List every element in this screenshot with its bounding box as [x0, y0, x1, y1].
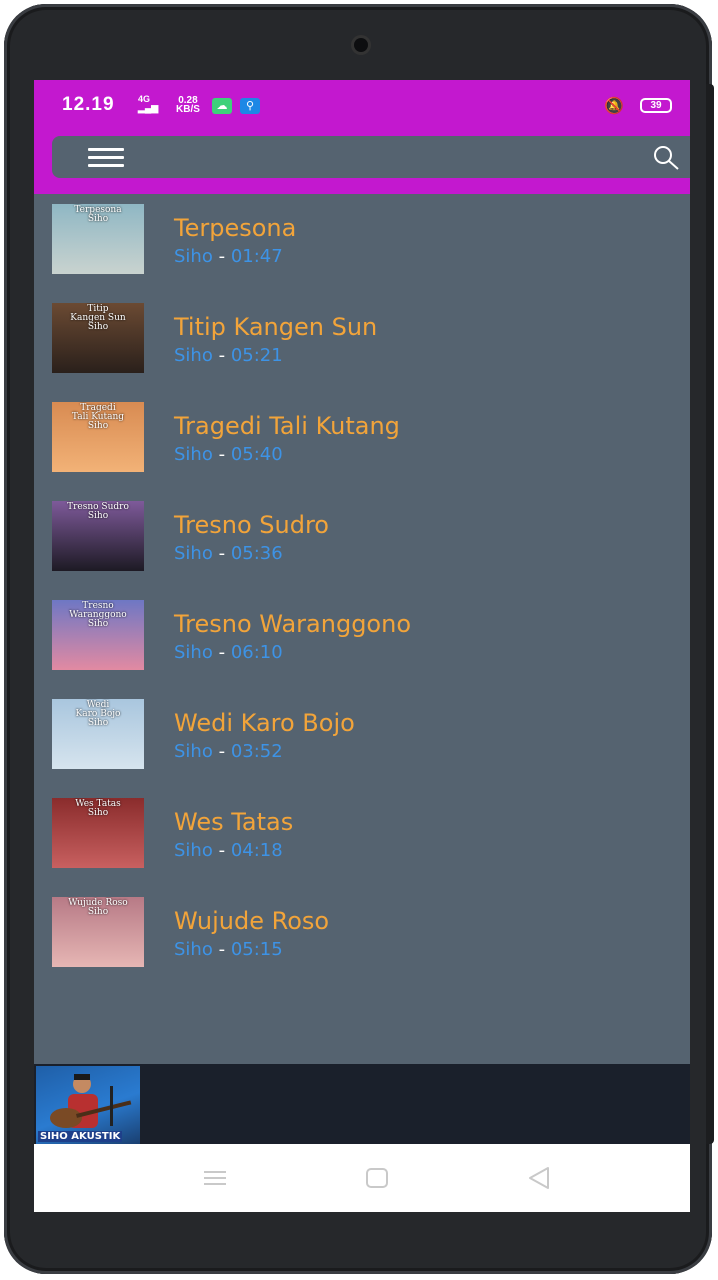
meta-separator: -	[218, 642, 226, 663]
song-duration: 05:36	[230, 543, 283, 564]
song-title: Wes Tatas	[174, 808, 294, 836]
song-title: Wujude Roso	[174, 907, 330, 935]
song-list-item[interactable]: Wes Tatas Siho Wes Tatas Siho - 04:18	[34, 788, 690, 887]
search-icon[interactable]	[652, 144, 680, 172]
thumbnail-caption: Wes Tatas Siho	[75, 799, 121, 818]
song-title: Tresno Waranggono	[174, 610, 411, 638]
meta-separator: -	[218, 444, 226, 465]
song-meta: Siho - 01:47	[174, 246, 283, 267]
battery-icon: 39	[640, 98, 672, 113]
song-meta: Siho - 05:36	[174, 543, 283, 564]
song-list-item[interactable]: Wedi Karo Bojo Siho Wedi Karo Bojo Siho - …	[34, 689, 690, 788]
song-title: Tresno Sudro	[174, 511, 329, 539]
meta-separator: -	[218, 345, 226, 366]
mute-bell-icon: 🔕	[604, 96, 624, 115]
song-duration: 05:40	[230, 444, 283, 465]
song-meta: Siho - 05:40	[174, 444, 283, 465]
song-thumbnail: Terpesona Siho	[52, 204, 144, 274]
front-camera	[354, 38, 368, 52]
song-artist: Siho	[174, 741, 213, 762]
app-screen: 12.19 4G ▂▄▆ 0.28 KB/S ☁ ⚲ 🔕 39 Terpeson…	[34, 80, 690, 1212]
song-title: Wedi Karo Bojo	[174, 709, 355, 737]
song-title: Titip Kangen Sun	[174, 313, 378, 341]
song-duration: 03:52	[230, 741, 283, 762]
song-thumbnail: Tresno Waranggono Siho	[52, 600, 144, 670]
recent-apps-icon[interactable]	[200, 1164, 230, 1192]
song-meta: Siho - 06:10	[174, 642, 283, 663]
song-list-item[interactable]: Titip Kangen Sun Siho Titip Kangen Sun Sih…	[34, 293, 690, 392]
now-playing-artwork[interactable]: SIHO AKUSTIK	[36, 1066, 140, 1144]
song-title: Tragedi Tali Kutang	[174, 412, 400, 440]
song-list-item[interactable]: Terpesona Siho Terpesona Siho - 01:47	[34, 194, 690, 293]
thumbnail-caption: Wujude Roso Siho	[68, 898, 128, 917]
song-list-item[interactable]: Tragedi Tali Kutang Siho Tragedi Tali Kut…	[34, 392, 690, 491]
thumbnail-caption: Wedi Karo Bojo Siho	[75, 700, 121, 728]
meta-separator: -	[218, 543, 226, 564]
phone-edge	[706, 84, 714, 1144]
song-thumbnail: Wujude Roso Siho	[52, 897, 144, 967]
song-duration: 04:18	[230, 840, 283, 861]
thumbnail-caption: Titip Kangen Sun Siho	[70, 304, 126, 332]
thumbnail-caption: Tragedi Tali Kutang Siho	[71, 403, 125, 431]
meta-separator: -	[218, 246, 226, 267]
song-list-item[interactable]: Tresno Waranggono Siho Tresno Waranggono S…	[34, 590, 690, 689]
song-duration: 01:47	[230, 246, 283, 267]
now-playing-caption: SIHO AKUSTIK	[38, 1131, 123, 1142]
meta-separator: -	[218, 741, 226, 762]
song-artist: Siho	[174, 543, 213, 564]
speed-unit: KB/S	[176, 104, 200, 115]
song-thumbnail: Wedi Karo Bojo Siho	[52, 699, 144, 769]
signal-icon: 4G ▂▄▆	[138, 94, 159, 113]
network-type: 4G	[138, 94, 151, 104]
song-meta: Siho - 03:52	[174, 741, 283, 762]
now-playing-bar[interactable]: SIHO AKUSTIK	[34, 1064, 690, 1144]
song-thumbnail: Tragedi Tali Kutang Siho	[52, 402, 144, 472]
thumbnail-caption: Tresno Sudro Siho	[67, 502, 129, 521]
song-thumbnail: Titip Kangen Sun Siho	[52, 303, 144, 373]
battery-level: 39	[650, 100, 662, 111]
thumbnail-caption: Tresno Waranggono Siho	[69, 601, 127, 629]
song-artist: Siho	[174, 642, 213, 663]
meta-separator: -	[218, 939, 226, 960]
song-meta: Siho - 05:15	[174, 939, 283, 960]
song-duration: 05:21	[230, 345, 283, 366]
toolbar	[52, 136, 690, 178]
song-artist: Siho	[174, 840, 213, 861]
song-list-item[interactable]: Tresno Sudro Siho Tresno Sudro Siho - 05:3…	[34, 491, 690, 590]
status-time: 12.19	[62, 94, 115, 115]
song-thumbnail: Tresno Sudro Siho	[52, 501, 144, 571]
home-icon[interactable]	[362, 1164, 392, 1192]
status-bar: 12.19 4G ▂▄▆ 0.28 KB/S ☁ ⚲ 🔕 39	[34, 80, 690, 134]
meta-separator: -	[218, 840, 226, 861]
song-duration: 06:10	[230, 642, 283, 663]
song-duration: 05:15	[230, 939, 283, 960]
network-speed: 0.28 KB/S	[176, 96, 200, 115]
song-list-item[interactable]: Wujude Roso Siho Wujude Roso Siho - 05:15	[34, 887, 690, 986]
song-meta: Siho - 05:21	[174, 345, 283, 366]
song-artist: Siho	[174, 345, 213, 366]
hamburger-menu-icon[interactable]	[88, 148, 124, 168]
song-artist: Siho	[174, 939, 213, 960]
system-nav-bar	[34, 1144, 690, 1212]
song-artist: Siho	[174, 246, 213, 267]
phone-frame: 12.19 4G ▂▄▆ 0.28 KB/S ☁ ⚲ 🔕 39 Terpeson…	[4, 4, 714, 1274]
usb-icon: ⚲	[240, 98, 260, 114]
song-thumbnail: Wes Tatas Siho	[52, 798, 144, 868]
song-title: Terpesona	[174, 214, 297, 242]
song-meta: Siho - 04:18	[174, 840, 283, 861]
song-artist: Siho	[174, 444, 213, 465]
thumbnail-caption: Terpesona Siho	[74, 205, 122, 224]
back-icon[interactable]	[524, 1164, 554, 1192]
app-bar	[34, 134, 690, 194]
notification-app-icon: ☁	[212, 98, 232, 114]
